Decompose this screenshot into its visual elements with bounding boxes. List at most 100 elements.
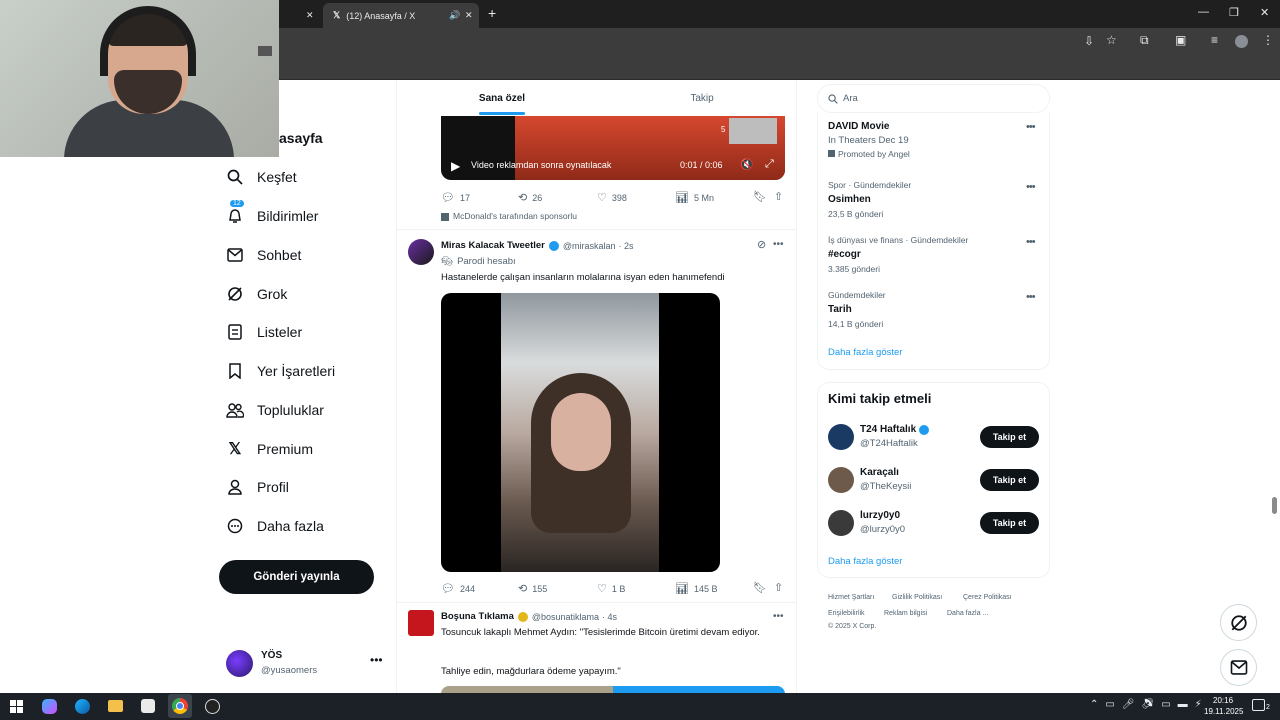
sidebar-item-grok[interactable]: Grok [226, 279, 287, 309]
sidebar-item-premium[interactable]: 𝕏 Premium [226, 434, 313, 464]
sidebar-item-chat[interactable]: Sohbet [226, 240, 301, 270]
follow-button[interactable]: Takip et [980, 426, 1039, 448]
profile-avatar-icon[interactable] [1235, 35, 1248, 48]
sidebar-item-communities[interactable]: Topluluklar [226, 395, 324, 425]
post-time[interactable]: · 2s [619, 241, 634, 251]
footer-link-privacy[interactable]: Gizlilik Politikası [892, 594, 942, 601]
sidebar-item-bookmarks[interactable]: Yer İşaretleri [226, 356, 335, 386]
views-button[interactable]: 📊︎ 145 B [675, 582, 718, 595]
reply-icon: 💬︎ [441, 583, 455, 595]
search-input[interactable]: Ara [817, 84, 1050, 113]
chrome-icon[interactable] [168, 694, 192, 718]
avatar[interactable] [408, 239, 434, 265]
account-switcher[interactable]: YÖS @yusaomers ••• [226, 648, 386, 682]
more-icon[interactable]: ••• [370, 653, 383, 667]
minimize-button[interactable]: — [1198, 6, 1209, 18]
ad-video[interactable]: 5 ▶ Video reklamdan sonra oynatılacak 0:… [441, 116, 785, 180]
fullscreen-icon[interactable]: ⤢ [765, 158, 774, 171]
start-icon[interactable] [10, 700, 23, 713]
author-handle[interactable]: @bosunatiklama [532, 612, 599, 622]
more-icon[interactable]: ••• [773, 611, 784, 622]
clock-time[interactable]: 20:16 [1213, 696, 1233, 705]
sidebar-item-profile[interactable]: Profil [226, 472, 289, 502]
split-view-icon[interactable]: ▣ [1175, 33, 1186, 47]
more-icon[interactable]: ••• [1026, 236, 1036, 248]
more-icon[interactable]: ••• [1026, 121, 1036, 133]
extensions-icon[interactable]: ⧉ [1140, 33, 1149, 48]
views-button[interactable]: 📊︎ 5 Mn [675, 191, 714, 204]
more-icon[interactable]: ••• [1026, 181, 1036, 193]
browser-tab-x[interactable]: 𝕏 (12) Anasayfa / X 🔊 ✕ [323, 3, 479, 28]
restore-button[interactable]: ❐ [1229, 6, 1239, 19]
follow-button[interactable]: Takip et [980, 469, 1039, 491]
messages-fab-button[interactable] [1220, 649, 1257, 686]
post-button[interactable]: Gönderi yayınla [219, 560, 374, 594]
author-name[interactable]: Miras Kalacak Tweetler [441, 240, 545, 251]
obs-icon[interactable] [205, 699, 220, 714]
grok-fab-button[interactable] [1220, 604, 1257, 641]
like-button[interactable]: ♡ 398 [597, 191, 627, 204]
footer-link-accessibility[interactable]: Erişilebilirlik [828, 610, 865, 617]
more-icon[interactable]: ••• [1026, 291, 1036, 303]
footer-link-ads[interactable]: Reklam bilgisi [884, 610, 927, 617]
footer-link-terms[interactable]: Hizmet Şartları [828, 594, 874, 601]
follow-button[interactable]: Takip et [980, 512, 1039, 534]
sidebar-item-notifications[interactable]: 12 Bildirimler [226, 200, 318, 231]
author-name[interactable]: Boşuna Tıklama [441, 611, 514, 622]
author-handle[interactable]: @miraskalan [563, 241, 616, 251]
playlist-icon[interactable]: ≡ [1211, 33, 1218, 47]
post-media-video[interactable] [441, 293, 720, 572]
clock-date[interactable]: 19.11.2025 [1204, 707, 1243, 716]
star-icon[interactable]: ☆ [1106, 33, 1117, 47]
reply-button[interactable]: 💬︎ 244 [441, 582, 475, 595]
new-tab-button[interactable]: + [488, 5, 496, 21]
close-window-button[interactable]: ✕ [1260, 6, 1269, 19]
show-more-follow-link[interactable]: Daha fazla göster [828, 556, 902, 567]
footer-link-more[interactable]: Daha fazla ... [947, 610, 988, 617]
close-icon[interactable]: ✕ [465, 10, 473, 21]
sidebar-item-explore[interactable]: Keşfet [226, 162, 297, 192]
page-scrollbar-thumb[interactable] [1272, 497, 1277, 514]
post-media-preview[interactable] [441, 686, 785, 693]
notification-center-icon[interactable] [1252, 699, 1265, 711]
sidebar-item-more[interactable]: Daha fazla [226, 511, 324, 541]
follow-suggestion[interactable]: lurzy0y0 @lurzy0y0 [828, 508, 968, 538]
post-text: Tahliye edin, mağdurlara ödeme yapayım." [441, 666, 621, 677]
menu-icon[interactable]: ⋮ [1262, 33, 1274, 47]
follow-suggestion[interactable]: T24 Haftalık @T24Haftalik [828, 422, 968, 452]
share-button[interactable]: ⇧ [774, 581, 788, 594]
copilot-icon[interactable] [42, 699, 57, 714]
trend-item[interactable]: İş dünyası ve finans · Gündemdekiler #ec… [828, 235, 1028, 274]
file-explorer-icon[interactable] [108, 700, 123, 712]
store-icon[interactable] [141, 699, 155, 713]
play-icon[interactable]: ▶ [451, 159, 460, 173]
share-button[interactable]: ⇧ [774, 190, 788, 203]
avatar[interactable] [408, 610, 434, 636]
reply-button[interactable]: 💬︎ 17 [441, 191, 470, 204]
bookmark-button[interactable]: 🔖︎ [753, 190, 772, 203]
sidebar-item-lists[interactable]: Listeler [226, 317, 302, 347]
mute-icon[interactable]: 🔇 [740, 158, 754, 171]
edge-icon[interactable] [75, 699, 90, 714]
more-icon[interactable]: ••• [773, 239, 784, 250]
grok-icon[interactable]: ⊘ [757, 238, 766, 251]
follow-suggestion[interactable]: Karaçalı @TheKeysii [828, 465, 968, 495]
trend-item[interactable]: Spor · Gündemdekiler Osimhen 23,5 B gönd… [828, 180, 1028, 219]
trend-item[interactable]: Gündemdekiler Tarih 14,1 B gönderi [828, 290, 1028, 329]
post-time[interactable]: · 4s [602, 612, 617, 622]
repost-button[interactable]: ⟲ 26 [518, 191, 542, 204]
sidebar-home-label[interactable]: asayfa [279, 130, 323, 146]
close-icon[interactable]: ✕ [306, 10, 314, 21]
bookmark-button[interactable]: 🔖︎ [753, 581, 772, 594]
show-more-trends-link[interactable]: Daha fazla göster [828, 347, 902, 358]
install-icon[interactable]: ⇩ [1084, 34, 1094, 48]
speaker-icon[interactable]: 🔊 [449, 10, 460, 21]
search-icon [828, 93, 838, 104]
browser-tab-previous[interactable]: ✕ [279, 3, 323, 28]
footer-link-cookies[interactable]: Çerez Politikası [963, 594, 1012, 601]
tab-for-you[interactable]: Sana özel [397, 80, 607, 116]
repost-button[interactable]: ⟲ 155 [518, 582, 547, 595]
like-button[interactable]: ♡ 1 B [597, 582, 625, 595]
tab-following[interactable]: Takip [597, 80, 796, 116]
promoted-trend[interactable]: DAVID Movie In Theaters Dec 19 Promoted … [828, 121, 1038, 159]
